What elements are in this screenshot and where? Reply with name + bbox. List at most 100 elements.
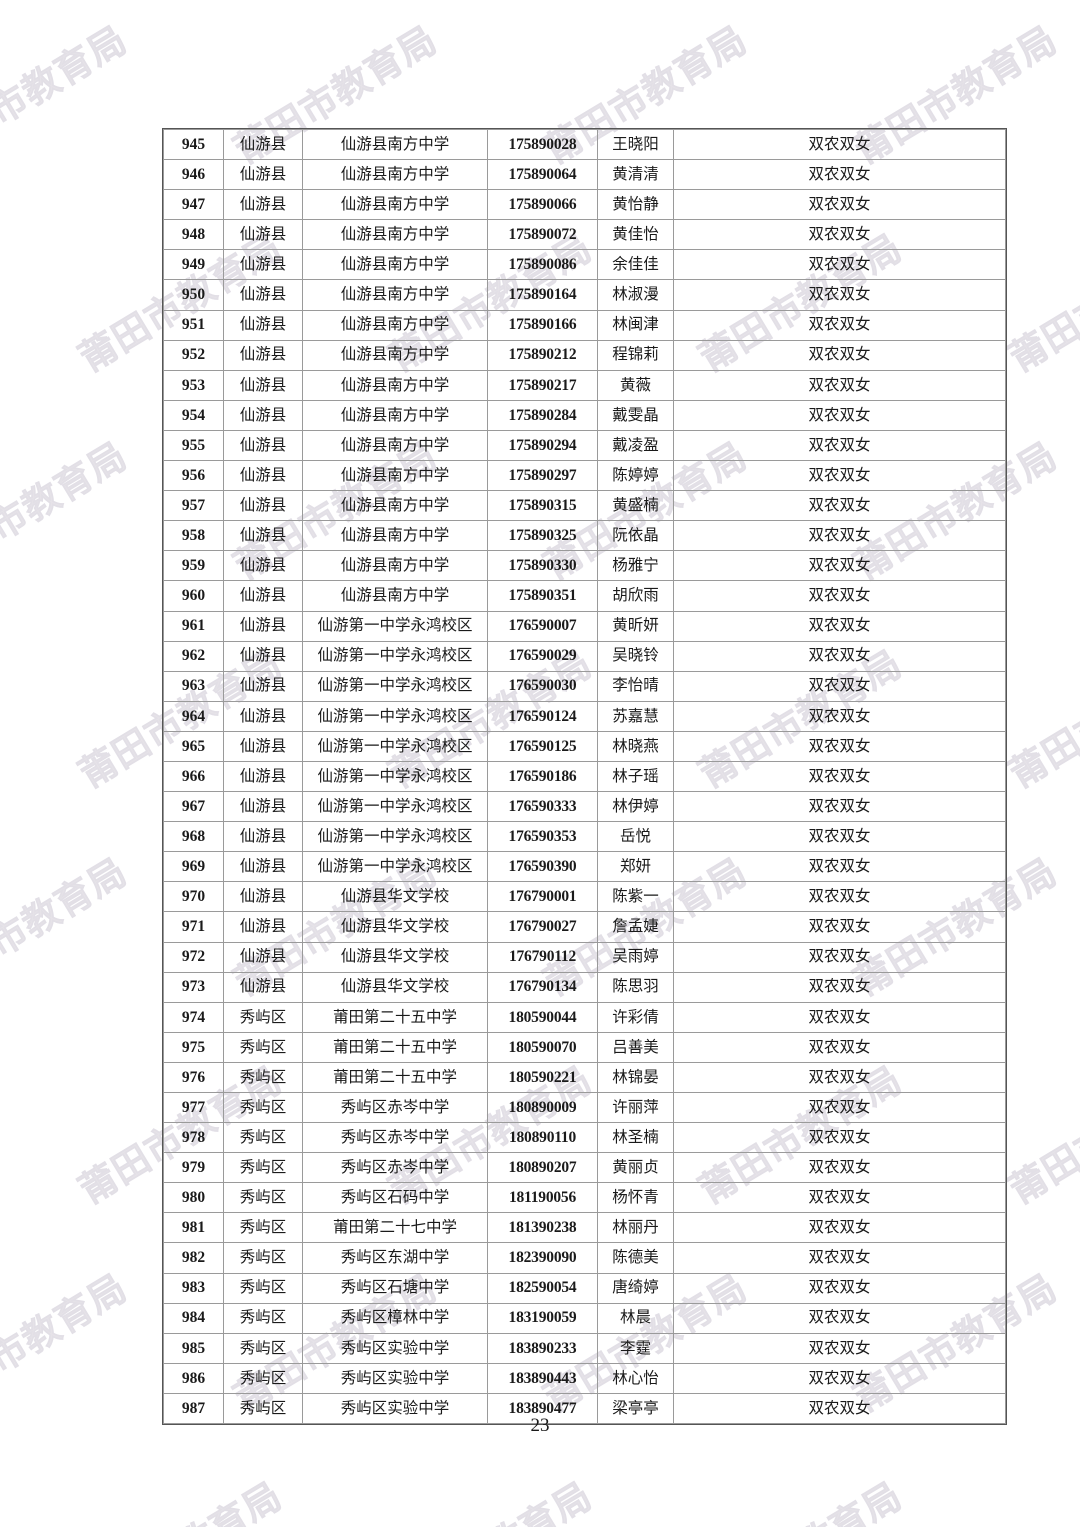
cell-district: 仙游县 bbox=[223, 490, 303, 522]
cell-student-name: 林伊婷 bbox=[597, 791, 674, 823]
cell-exam-id: 183890443 bbox=[487, 1362, 598, 1394]
cell-student-name: 戴雯晶 bbox=[597, 399, 674, 431]
cell-district: 秀屿区 bbox=[223, 1242, 303, 1274]
cell-category: 双农双女 bbox=[673, 1362, 1006, 1394]
cell-sequence: 957 bbox=[163, 490, 224, 522]
cell-category: 双农双女 bbox=[673, 128, 1006, 161]
cell-sequence: 964 bbox=[163, 700, 224, 732]
cell-school: 仙游县南方中学 bbox=[302, 219, 488, 251]
table-row: 986 秀屿区 秀屿区实验中学 183890443 林心怡 双农双女 bbox=[163, 1362, 1006, 1394]
cell-exam-id: 175890066 bbox=[487, 189, 598, 221]
cell-category: 双农双女 bbox=[673, 760, 1006, 793]
cell-school: 秀屿区赤岑中学 bbox=[302, 1152, 488, 1184]
cell-school: 仙游第一中学永鸿校区 bbox=[302, 610, 488, 642]
cell-category: 双农双女 bbox=[673, 1031, 1006, 1063]
cell-school: 仙游县南方中学 bbox=[302, 128, 488, 161]
document-page: 945 仙游县 仙游县南方中学 175890028 王晓阳 双农双女 946 仙游县 仙游县南方… bbox=[0, 0, 1080, 1527]
table-row: 972 仙游县 仙游县华文学校 176790112 吴雨婷 双农双女 bbox=[163, 941, 1006, 973]
cell-student-name: 陈紫一 bbox=[597, 881, 674, 913]
cell-sequence: 975 bbox=[163, 1031, 224, 1063]
cell-district: 秀屿区 bbox=[223, 1182, 303, 1214]
cell-exam-id: 175890064 bbox=[487, 159, 598, 191]
cell-sequence: 949 bbox=[163, 249, 224, 281]
cell-exam-id: 176790001 bbox=[487, 881, 598, 913]
table-row: 950 仙游县 仙游县南方中学 175890164 林淑漫 双农双女 bbox=[163, 279, 1006, 311]
cell-exam-id: 176590353 bbox=[487, 821, 598, 853]
cell-school: 秀屿区赤岑中学 bbox=[302, 1122, 488, 1154]
cell-school: 仙游第一中学永鸿校区 bbox=[302, 760, 488, 793]
cell-sequence: 946 bbox=[163, 159, 224, 191]
cell-student-name: 林丽丹 bbox=[597, 1212, 674, 1244]
student-roster-table: 945 仙游县 仙游县南方中学 175890028 王晓阳 双农双女 946 仙游县 仙游县南方… bbox=[162, 127, 1007, 1426]
table-row: 981 秀屿区 莆田第二十七中学 181390238 林丽丹 双农双女 bbox=[163, 1212, 1006, 1244]
cell-district: 仙游县 bbox=[223, 760, 303, 793]
cell-sequence: 950 bbox=[163, 279, 224, 311]
cell-district: 仙游县 bbox=[223, 339, 303, 371]
table-row: 984 秀屿区 秀屿区樟林中学 183190059 林晨 双农双女 bbox=[163, 1302, 1006, 1334]
cell-district: 秀屿区 bbox=[223, 1212, 303, 1244]
cell-sequence: 961 bbox=[163, 610, 224, 642]
cell-category: 双农双女 bbox=[673, 700, 1006, 732]
cell-district: 仙游县 bbox=[223, 520, 303, 552]
cell-sequence: 973 bbox=[163, 971, 224, 1003]
cell-district: 仙游县 bbox=[223, 399, 303, 431]
cell-category: 双农双女 bbox=[673, 279, 1006, 311]
cell-school: 仙游第一中学永鸿校区 bbox=[302, 670, 488, 702]
cell-exam-id: 181190056 bbox=[487, 1182, 598, 1214]
cell-school: 仙游县南方中学 bbox=[302, 369, 488, 401]
cell-exam-id: 175890315 bbox=[487, 490, 598, 522]
cell-student-name: 林心怡 bbox=[597, 1362, 674, 1394]
cell-district: 仙游县 bbox=[223, 369, 303, 401]
cell-district: 仙游县 bbox=[223, 309, 303, 341]
cell-school: 莆田第二十五中学 bbox=[302, 1061, 488, 1094]
table-row: 968 仙游县 仙游第一中学永鸿校区 176590353 岳悦 双农双女 bbox=[163, 821, 1006, 853]
cell-category: 双农双女 bbox=[673, 339, 1006, 371]
cell-student-name: 吕善美 bbox=[597, 1031, 674, 1063]
cell-district: 秀屿区 bbox=[223, 1091, 303, 1124]
cell-category: 双农双女 bbox=[673, 580, 1006, 612]
cell-student-name: 王晓阳 bbox=[597, 128, 674, 161]
cell-sequence: 977 bbox=[163, 1091, 224, 1124]
cell-category: 双农双女 bbox=[673, 1061, 1006, 1094]
cell-category: 双农双女 bbox=[673, 670, 1006, 702]
cell-exam-id: 176590030 bbox=[487, 670, 598, 702]
cell-exam-id: 175890164 bbox=[487, 279, 598, 311]
table-row: 957 仙游县 仙游县南方中学 175890315 黄盛楠 双农双女 bbox=[163, 490, 1006, 522]
cell-district: 仙游县 bbox=[223, 730, 303, 762]
table-row: 945 仙游县 仙游县南方中学 175890028 王晓阳 双农双女 bbox=[163, 128, 1006, 161]
cell-sequence: 979 bbox=[163, 1152, 224, 1184]
cell-category: 双农双女 bbox=[673, 1302, 1006, 1334]
cell-sequence: 974 bbox=[163, 1001, 224, 1033]
cell-student-name: 林圣楠 bbox=[597, 1122, 674, 1154]
cell-student-name: 唐绮婷 bbox=[597, 1272, 674, 1304]
cell-student-name: 陈思羽 bbox=[597, 971, 674, 1003]
cell-school: 秀屿区赤岑中学 bbox=[302, 1091, 488, 1124]
cell-student-name: 岳悦 bbox=[597, 821, 674, 853]
cell-exam-id: 176790112 bbox=[487, 941, 598, 973]
cell-student-name: 许丽萍 bbox=[597, 1091, 674, 1124]
table-row: 949 仙游县 仙游县南方中学 175890086 余佳佳 双农双女 bbox=[163, 249, 1006, 281]
table-row: 969 仙游县 仙游第一中学永鸿校区 176590390 郑妍 双农双女 bbox=[163, 851, 1006, 883]
cell-sequence: 960 bbox=[163, 580, 224, 612]
cell-school: 仙游第一中学永鸿校区 bbox=[302, 851, 488, 883]
cell-category: 双农双女 bbox=[673, 520, 1006, 552]
cell-district: 仙游县 bbox=[223, 128, 303, 161]
cell-category: 双农双女 bbox=[673, 1001, 1006, 1033]
cell-sequence: 965 bbox=[163, 730, 224, 762]
table-row: 958 仙游县 仙游县南方中学 175890325 阮依晶 双农双女 bbox=[163, 520, 1006, 552]
cell-school: 莆田第二十五中学 bbox=[302, 1001, 488, 1033]
cell-category: 双农双女 bbox=[673, 1182, 1006, 1214]
cell-sequence: 983 bbox=[163, 1272, 224, 1304]
cell-category: 双农双女 bbox=[673, 821, 1006, 853]
cell-school: 仙游县南方中学 bbox=[302, 309, 488, 341]
cell-sequence: 966 bbox=[163, 760, 224, 793]
cell-student-name: 陈德美 bbox=[597, 1242, 674, 1274]
cell-sequence: 967 bbox=[163, 791, 224, 823]
cell-category: 双农双女 bbox=[673, 911, 1006, 943]
cell-school: 莆田第二十七中学 bbox=[302, 1212, 488, 1244]
cell-sequence: 956 bbox=[163, 460, 224, 492]
cell-student-name: 林晓燕 bbox=[597, 730, 674, 762]
table-row: 962 仙游县 仙游第一中学永鸿校区 176590029 吴晓铃 双农双女 bbox=[163, 640, 1006, 672]
table-row: 959 仙游县 仙游县南方中学 175890330 杨雅宁 双农双女 bbox=[163, 550, 1006, 582]
cell-district: 仙游县 bbox=[223, 249, 303, 281]
